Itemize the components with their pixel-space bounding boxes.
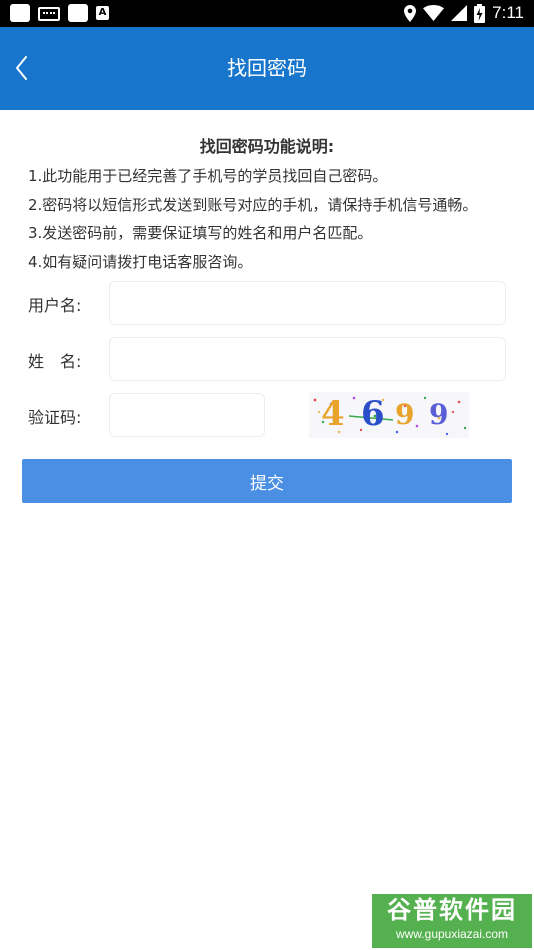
instructions-heading: 找回密码功能说明: xyxy=(199,137,335,156)
a-text-icon: A xyxy=(96,6,109,20)
watermark-url: www.gupuxiazai.com xyxy=(395,927,509,941)
captcha-image[interactable]: 4 6 9 9 xyxy=(309,392,469,438)
status-bar: A 7:11 xyxy=(0,0,534,27)
instruction-line: 4.如有疑问请拨打电话客服咨询。 xyxy=(28,253,253,271)
status-bar-notifications: A xyxy=(10,4,109,22)
instruction-line: 1.此功能用于已经完善了手机号的学员找回自己密码。 xyxy=(28,167,388,185)
keyboard-icon xyxy=(38,7,60,21)
username-label: 用户名: xyxy=(28,296,82,315)
title-bar: 找回密码 xyxy=(0,27,534,110)
instruction-line: 2.密码将以短信形式发送到账号对应的手机，请保持手机信号通畅。 xyxy=(28,196,478,214)
captcha-char: 6 xyxy=(361,394,385,434)
watermark-logo: 谷普软件园 www.gupuxiazai.com xyxy=(372,894,532,948)
username-input[interactable] xyxy=(109,281,506,325)
captcha-label: 验证码: xyxy=(28,408,82,427)
captcha-input[interactable] xyxy=(109,393,265,437)
status-time: 7:11 xyxy=(492,3,524,22)
captcha-char: 9 xyxy=(395,398,415,431)
instruction-line: 3.发送密码前，需要保证填写的姓名和用户名匹配。 xyxy=(28,224,373,242)
name-label: 姓 名: xyxy=(28,352,82,371)
name-input[interactable] xyxy=(109,337,506,381)
status-bar-system: 7:11 xyxy=(404,3,524,23)
submit-button[interactable]: 提交 xyxy=(22,459,512,503)
location-icon xyxy=(404,4,417,22)
app-notification-icon xyxy=(10,4,30,22)
wifi-icon xyxy=(423,5,445,21)
captcha-char: 9 xyxy=(429,398,449,431)
app-notification-icon xyxy=(68,4,88,22)
page-title: 找回密码 xyxy=(227,56,307,80)
battery-charging-icon xyxy=(474,3,486,23)
signal-icon xyxy=(451,5,468,21)
captcha-char: 4 xyxy=(321,394,345,434)
watermark-title: 谷普软件园 xyxy=(387,896,517,924)
